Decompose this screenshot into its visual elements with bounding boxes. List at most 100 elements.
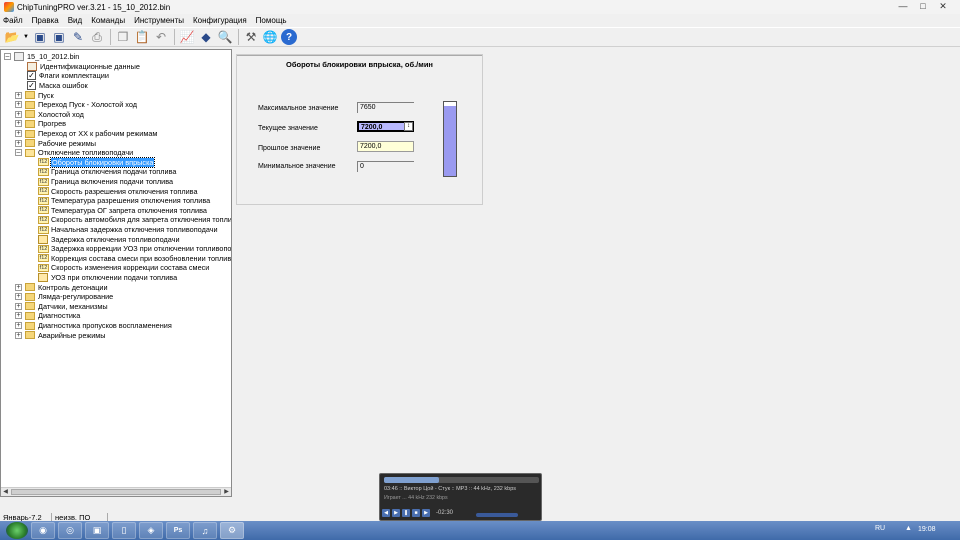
tree-item[interactable]: + Пуск xyxy=(15,90,54,100)
expand-icon[interactable]: + xyxy=(15,331,22,339)
tree-item[interactable]: f12 Обороты блокировки впрыска xyxy=(38,156,156,168)
prev-icon[interactable]: ◀ xyxy=(382,509,390,517)
scroll-left-icon[interactable]: ◀ xyxy=(1,488,10,496)
menu-file[interactable]: Файл xyxy=(3,16,23,25)
open-folder-icon[interactable]: 📂 xyxy=(4,29,20,45)
clock[interactable]: 19:08 xyxy=(918,526,936,533)
tree-item[interactable]: f12 Задержка коррекции УОЗ при отключении… xyxy=(38,244,231,254)
tree-item[interactable]: + Датчики, механизмы xyxy=(15,302,108,312)
scroll-right-icon[interactable]: ▶ xyxy=(222,488,231,496)
taskbar-firefox-icon[interactable]: ◉ xyxy=(31,522,55,539)
tree-item[interactable]: f12 Начальная задержка отключения топливо… xyxy=(38,225,218,235)
taskbar-save-icon[interactable]: ▣ xyxy=(85,522,109,539)
expand-icon[interactable]: + xyxy=(15,130,22,138)
tools-icon[interactable]: ⚒ xyxy=(243,29,259,45)
checkbox-icon[interactable]: ✓ xyxy=(27,81,36,91)
collapse-icon[interactable]: – xyxy=(15,149,22,157)
tree-item[interactable]: + Прогрев xyxy=(15,119,66,129)
close-icon[interactable]: ✕ xyxy=(933,1,953,12)
tree-item[interactable]: + Рабочие режимы xyxy=(15,138,96,148)
taskbar-music-icon[interactable]: ♫ xyxy=(193,522,217,539)
chart-icon[interactable]: 📈 xyxy=(179,29,195,45)
help-icon[interactable]: ? xyxy=(281,29,297,45)
tree-item[interactable]: Идентификационные данные xyxy=(27,61,140,72)
menu-help[interactable]: Помощь xyxy=(256,16,287,25)
tray-expand-icon[interactable]: ▲ xyxy=(905,525,912,532)
tree-item[interactable]: ✓ Маска ошибок xyxy=(27,81,88,91)
seek-bar[interactable] xyxy=(384,477,539,483)
taskbar-photoshop-icon[interactable]: Ps xyxy=(166,522,190,539)
tree-item[interactable]: f12 Температура ОГ запрета отключения топ… xyxy=(38,206,207,216)
paste-icon[interactable]: 📋 xyxy=(134,29,150,45)
tree-item[interactable]: + Контроль детонации xyxy=(15,282,108,292)
tree-item[interactable]: + Аварийные режимы xyxy=(15,330,106,340)
menu-configuration[interactable]: Конфигурация xyxy=(193,16,247,25)
expand-icon[interactable]: + xyxy=(15,110,22,118)
toolbar-separator xyxy=(238,29,239,45)
parameter-tree[interactable]: – 15_10_2012.bin Идентификационные данны… xyxy=(0,49,232,497)
tree-item[interactable]: – Отключение топливоподачи xyxy=(15,148,133,158)
expand-icon[interactable]: + xyxy=(15,120,22,128)
taskbar-chiptuning-icon[interactable]: ⚙ xyxy=(220,522,244,539)
minimize-icon[interactable]: — xyxy=(893,1,913,12)
maximize-icon[interactable]: □ xyxy=(913,1,933,12)
current-value-field[interactable]: 7200,0 ↕ xyxy=(357,121,414,132)
tree-item[interactable]: + Холостой ход xyxy=(15,110,84,120)
ecu-icon[interactable]: 🌐 xyxy=(262,29,278,45)
stop-icon[interactable]: ■ xyxy=(412,509,420,517)
expand-icon[interactable]: + xyxy=(15,101,22,109)
save-as-icon[interactable]: ▣ xyxy=(51,29,67,45)
start-button[interactable] xyxy=(6,522,28,539)
checkbox-icon[interactable]: ✓ xyxy=(27,71,36,81)
expand-icon[interactable]: + xyxy=(15,302,22,310)
tree-item[interactable]: Задержка отключения топливоподачи xyxy=(38,234,180,244)
tree-item[interactable]: + Диагностика пропусков воспламенения xyxy=(15,321,172,331)
horizontal-scrollbar[interactable]: ◀ ▶ xyxy=(1,487,231,496)
next-icon[interactable]: ▶ xyxy=(422,509,430,517)
copy-icon[interactable]: ❐ xyxy=(115,29,131,45)
tree-item[interactable]: + Переход от ХХ к рабочим режимам xyxy=(15,129,157,139)
menu-commands[interactable]: Команды xyxy=(91,16,125,25)
menu-tools[interactable]: Инструменты xyxy=(134,16,184,25)
tree-item[interactable]: f12 Скорость автомобиля для запрета отклю… xyxy=(38,215,231,225)
tree-item[interactable]: + Диагностика xyxy=(15,311,80,321)
tree-item[interactable]: УОЗ при отключении подачи топлива xyxy=(38,273,177,283)
write-icon[interactable]: ✎ xyxy=(70,29,86,45)
expand-icon[interactable]: + xyxy=(15,293,22,301)
tree-item[interactable]: f12 Скорость изменения коррекции состава … xyxy=(38,263,209,273)
collapse-icon[interactable]: – xyxy=(4,53,11,61)
tree-item[interactable]: f12 Коррекция состава смеси при возобновл… xyxy=(38,254,231,264)
dropdown-arrow-icon[interactable]: ▼ xyxy=(23,29,29,45)
folder-icon xyxy=(25,129,35,138)
taskbar-app-icon[interactable]: ◈ xyxy=(139,522,163,539)
expand-icon[interactable]: + xyxy=(15,322,22,330)
language-indicator[interactable]: RU xyxy=(875,525,885,532)
spin-icon[interactable]: ↕ xyxy=(404,122,413,131)
expand-icon[interactable]: + xyxy=(15,139,22,147)
tree-item[interactable]: + Переход Пуск - Холостой ход xyxy=(15,100,137,110)
print-icon[interactable]: ⎙ xyxy=(89,29,105,45)
diamond-icon[interactable]: ◆ xyxy=(198,29,214,45)
tree-item[interactable]: f12 Граница отключения подачи топлива xyxy=(38,167,176,177)
tree-item[interactable]: ✓ Флаги комплектации xyxy=(27,71,109,81)
expand-icon[interactable]: + xyxy=(15,91,22,99)
folder-icon xyxy=(25,139,35,148)
save-icon[interactable]: ▣ xyxy=(32,29,48,45)
pause-icon[interactable]: ❚ xyxy=(402,509,410,517)
expand-icon[interactable]: + xyxy=(15,283,22,291)
menu-view[interactable]: Вид xyxy=(68,16,82,25)
menu-edit[interactable]: Правка xyxy=(32,16,59,25)
tree-root[interactable]: – 15_10_2012.bin xyxy=(4,52,79,62)
taskbar-chrome-icon[interactable]: ◎ xyxy=(58,522,82,539)
taskbar-usb-icon[interactable]: ▯ xyxy=(112,522,136,539)
volume-slider[interactable] xyxy=(476,513,518,517)
play-icon[interactable]: ▶ xyxy=(392,509,400,517)
tree-item[interactable]: f12 Скорость разрешения отключения топлив… xyxy=(38,186,198,196)
tree-item[interactable]: f12 Граница включения подачи топлива xyxy=(38,177,173,187)
search-icon[interactable]: 🔍 xyxy=(217,29,233,45)
scroll-thumb[interactable] xyxy=(11,489,221,495)
tree-item[interactable]: + Лямда-регулирование xyxy=(15,292,113,302)
tree-item[interactable]: f12 Температура разрешения отключения топ… xyxy=(38,196,210,206)
expand-icon[interactable]: + xyxy=(15,312,22,320)
undo-icon[interactable]: ↶ xyxy=(153,29,169,45)
